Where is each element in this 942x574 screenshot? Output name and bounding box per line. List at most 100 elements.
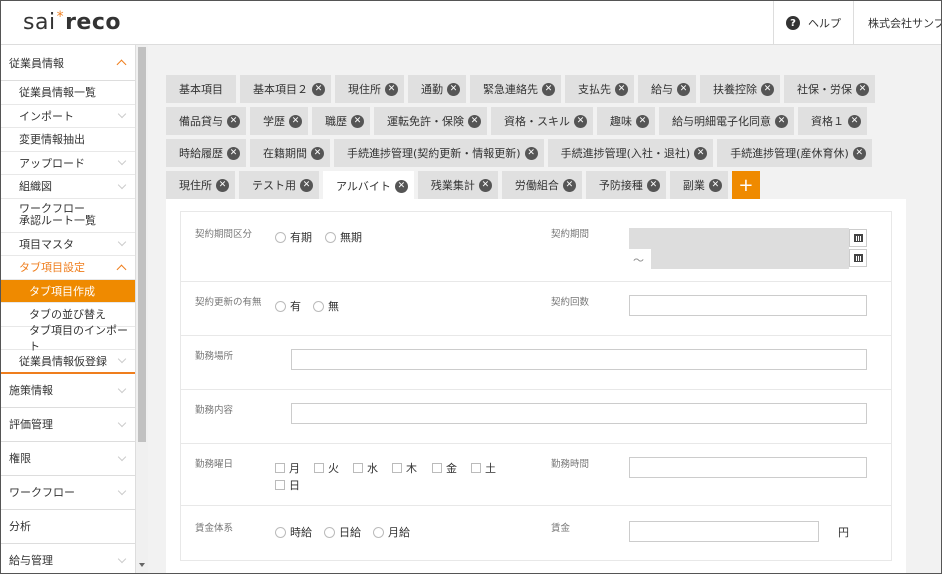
tab-insurance[interactable]: 社保・労保 ✕ <box>784 75 875 103</box>
close-icon[interactable]: ✕ <box>385 82 398 96</box>
close-icon[interactable]: ✕ <box>524 146 538 160</box>
contract-start-date-input[interactable] <box>629 228 849 249</box>
sidebar-item-employee-list[interactable]: 従業員情報一覧 <box>1 81 135 105</box>
close-icon[interactable]: ✕ <box>478 178 492 192</box>
sidebar-section-employee[interactable]: 従業員情報 <box>1 45 135 81</box>
calendar-icon[interactable] <box>849 229 867 247</box>
close-icon[interactable]: ✕ <box>447 82 460 96</box>
close-icon[interactable]: ✕ <box>574 114 587 128</box>
close-icon[interactable]: ✕ <box>852 146 866 160</box>
radio-renew-yes[interactable]: 有 <box>275 298 301 314</box>
checkbox-box[interactable] <box>275 480 285 490</box>
sidebar-item-upload[interactable]: アップロード <box>1 152 135 175</box>
tab-salary[interactable]: 給与 ✕ <box>638 75 696 103</box>
tab-side-job[interactable]: 副業 ✕ <box>669 171 728 199</box>
radio-renew-no[interactable]: 無 <box>313 298 339 314</box>
contract-end-date-input[interactable] <box>651 248 849 269</box>
sidebar-section-evaluation[interactable]: 評価管理 <box>1 408 135 442</box>
close-icon[interactable]: ✕ <box>775 114 788 128</box>
checkbox-fri[interactable]: 金 <box>432 460 457 476</box>
tab-test[interactable]: テスト用 ✕ <box>239 171 319 199</box>
radio-circle[interactable] <box>275 526 286 538</box>
close-icon[interactable]: ✕ <box>542 82 555 96</box>
close-icon[interactable]: ✕ <box>468 114 481 128</box>
sidebar-item-tab-settings[interactable]: タブ項目設定 <box>1 256 135 280</box>
tab-emergency[interactable]: 緊急連絡先 ✕ <box>470 75 561 103</box>
tab-education[interactable]: 学歴 ✕ <box>250 107 308 135</box>
checkbox-sun[interactable]: 日 <box>275 477 300 493</box>
checkbox-box[interactable] <box>432 463 442 473</box>
help-button[interactable]: ? ヘルプ <box>773 1 853 45</box>
logo[interactable]: sai*reco <box>23 9 121 35</box>
sidebar-item-tab-create[interactable]: タブ項目作成 <box>1 279 135 303</box>
sidebar-scrollbar[interactable] <box>135 45 148 573</box>
add-tab-button[interactable]: + <box>731 171 760 199</box>
checkbox-mon[interactable]: 月 <box>275 460 300 476</box>
close-icon[interactable]: ✕ <box>848 114 861 128</box>
tab-license[interactable]: 運転免許・保険 ✕ <box>374 107 487 135</box>
tab-tenure[interactable]: 在籍期間 ✕ <box>250 139 330 167</box>
close-icon[interactable]: ✕ <box>227 146 240 160</box>
wage-input[interactable] <box>629 521 819 542</box>
contract-count-input[interactable] <box>629 295 867 316</box>
scrollbar-thumb[interactable] <box>138 47 146 442</box>
sidebar-item-item-master[interactable]: 項目マスタ <box>1 233 135 256</box>
tab-progress-leave[interactable]: 手続進捗管理(産休育休) ✕ <box>717 139 872 167</box>
work-hours-input[interactable] <box>629 457 867 478</box>
close-icon[interactable]: ✕ <box>761 82 774 96</box>
sidebar-section-payroll[interactable]: 給与管理 <box>1 544 135 574</box>
close-icon[interactable]: ✕ <box>216 178 229 192</box>
tab-union[interactable]: 労働組合 ✕ <box>501 171 582 199</box>
tab-skills[interactable]: 資格・スキル ✕ <box>491 107 593 135</box>
tab-qualification1[interactable]: 資格１ ✕ <box>798 107 867 135</box>
close-icon[interactable]: ✕ <box>312 82 325 96</box>
tab-payee[interactable]: 支払先 ✕ <box>565 75 634 103</box>
tab-progress-contract[interactable]: 手続進捗管理(契約更新・情報更新) ✕ <box>334 139 544 167</box>
radio-hourly[interactable]: 時給 <box>275 524 312 540</box>
tab-dependent[interactable]: 扶養控除 ✕ <box>700 75 780 103</box>
checkbox-box[interactable] <box>392 463 402 473</box>
sidebar-section-workflow[interactable]: ワークフロー <box>1 476 135 510</box>
tab-basic2[interactable]: 基本項目２ ✕ <box>240 75 331 103</box>
close-icon[interactable]: ✕ <box>636 114 649 128</box>
radio-unfixed[interactable]: 無期 <box>325 229 362 245</box>
checkbox-box[interactable] <box>471 463 481 473</box>
tab-hourly-history[interactable]: 時給履歴 ✕ <box>166 139 246 167</box>
close-icon[interactable]: ✕ <box>562 178 576 192</box>
tab-address[interactable]: 現住所 ✕ <box>335 75 404 103</box>
close-icon[interactable]: ✕ <box>311 146 324 160</box>
checkbox-tue[interactable]: 火 <box>314 460 339 476</box>
sidebar-item-workflow-route[interactable]: ワークフロー 承認ルート一覧 <box>1 199 135 233</box>
checkbox-box[interactable] <box>275 463 285 473</box>
tab-commute[interactable]: 通勤 ✕ <box>408 75 466 103</box>
close-icon[interactable]: ✕ <box>300 178 313 192</box>
radio-circle[interactable] <box>275 231 286 243</box>
close-icon[interactable]: ✕ <box>394 179 408 193</box>
tab-part-time[interactable]: アルバイト ✕ <box>323 171 414 201</box>
sidebar-section-analysis[interactable]: 分析 <box>1 510 135 544</box>
sidebar-item-tab-import[interactable]: タブ項目のインポート <box>1 324 135 353</box>
close-icon[interactable]: ✕ <box>856 82 869 96</box>
sidebar-item-org-chart[interactable]: 組織図 <box>1 175 135 199</box>
sidebar-section-permission[interactable]: 権限 <box>1 442 135 476</box>
sidebar-section-policy[interactable]: 施策情報 <box>1 374 135 408</box>
close-icon[interactable]: ✕ <box>227 114 240 128</box>
sidebar-item-change-extract[interactable]: 変更情報抽出 <box>1 128 135 152</box>
close-icon[interactable]: ✕ <box>615 82 628 96</box>
close-icon[interactable]: ✕ <box>351 114 364 128</box>
radio-circle[interactable] <box>275 300 286 312</box>
checkbox-thu[interactable]: 木 <box>392 460 417 476</box>
radio-circle[interactable] <box>373 526 384 538</box>
tab-overtime[interactable]: 残業集計 ✕ <box>417 171 498 199</box>
radio-circle[interactable] <box>313 300 324 312</box>
checkbox-box[interactable] <box>353 463 363 473</box>
company-name[interactable]: 株式会社サンプル <box>853 1 941 45</box>
checkbox-wed[interactable]: 水 <box>353 460 378 476</box>
close-icon[interactable]: ✕ <box>677 82 690 96</box>
work-content-input[interactable] <box>291 403 867 424</box>
close-icon[interactable]: ✕ <box>289 114 302 128</box>
radio-circle[interactable] <box>324 526 335 538</box>
tab-address2[interactable]: 現住所 ✕ <box>166 171 235 199</box>
radio-fixed[interactable]: 有期 <box>275 229 312 245</box>
checkbox-box[interactable] <box>314 463 324 473</box>
